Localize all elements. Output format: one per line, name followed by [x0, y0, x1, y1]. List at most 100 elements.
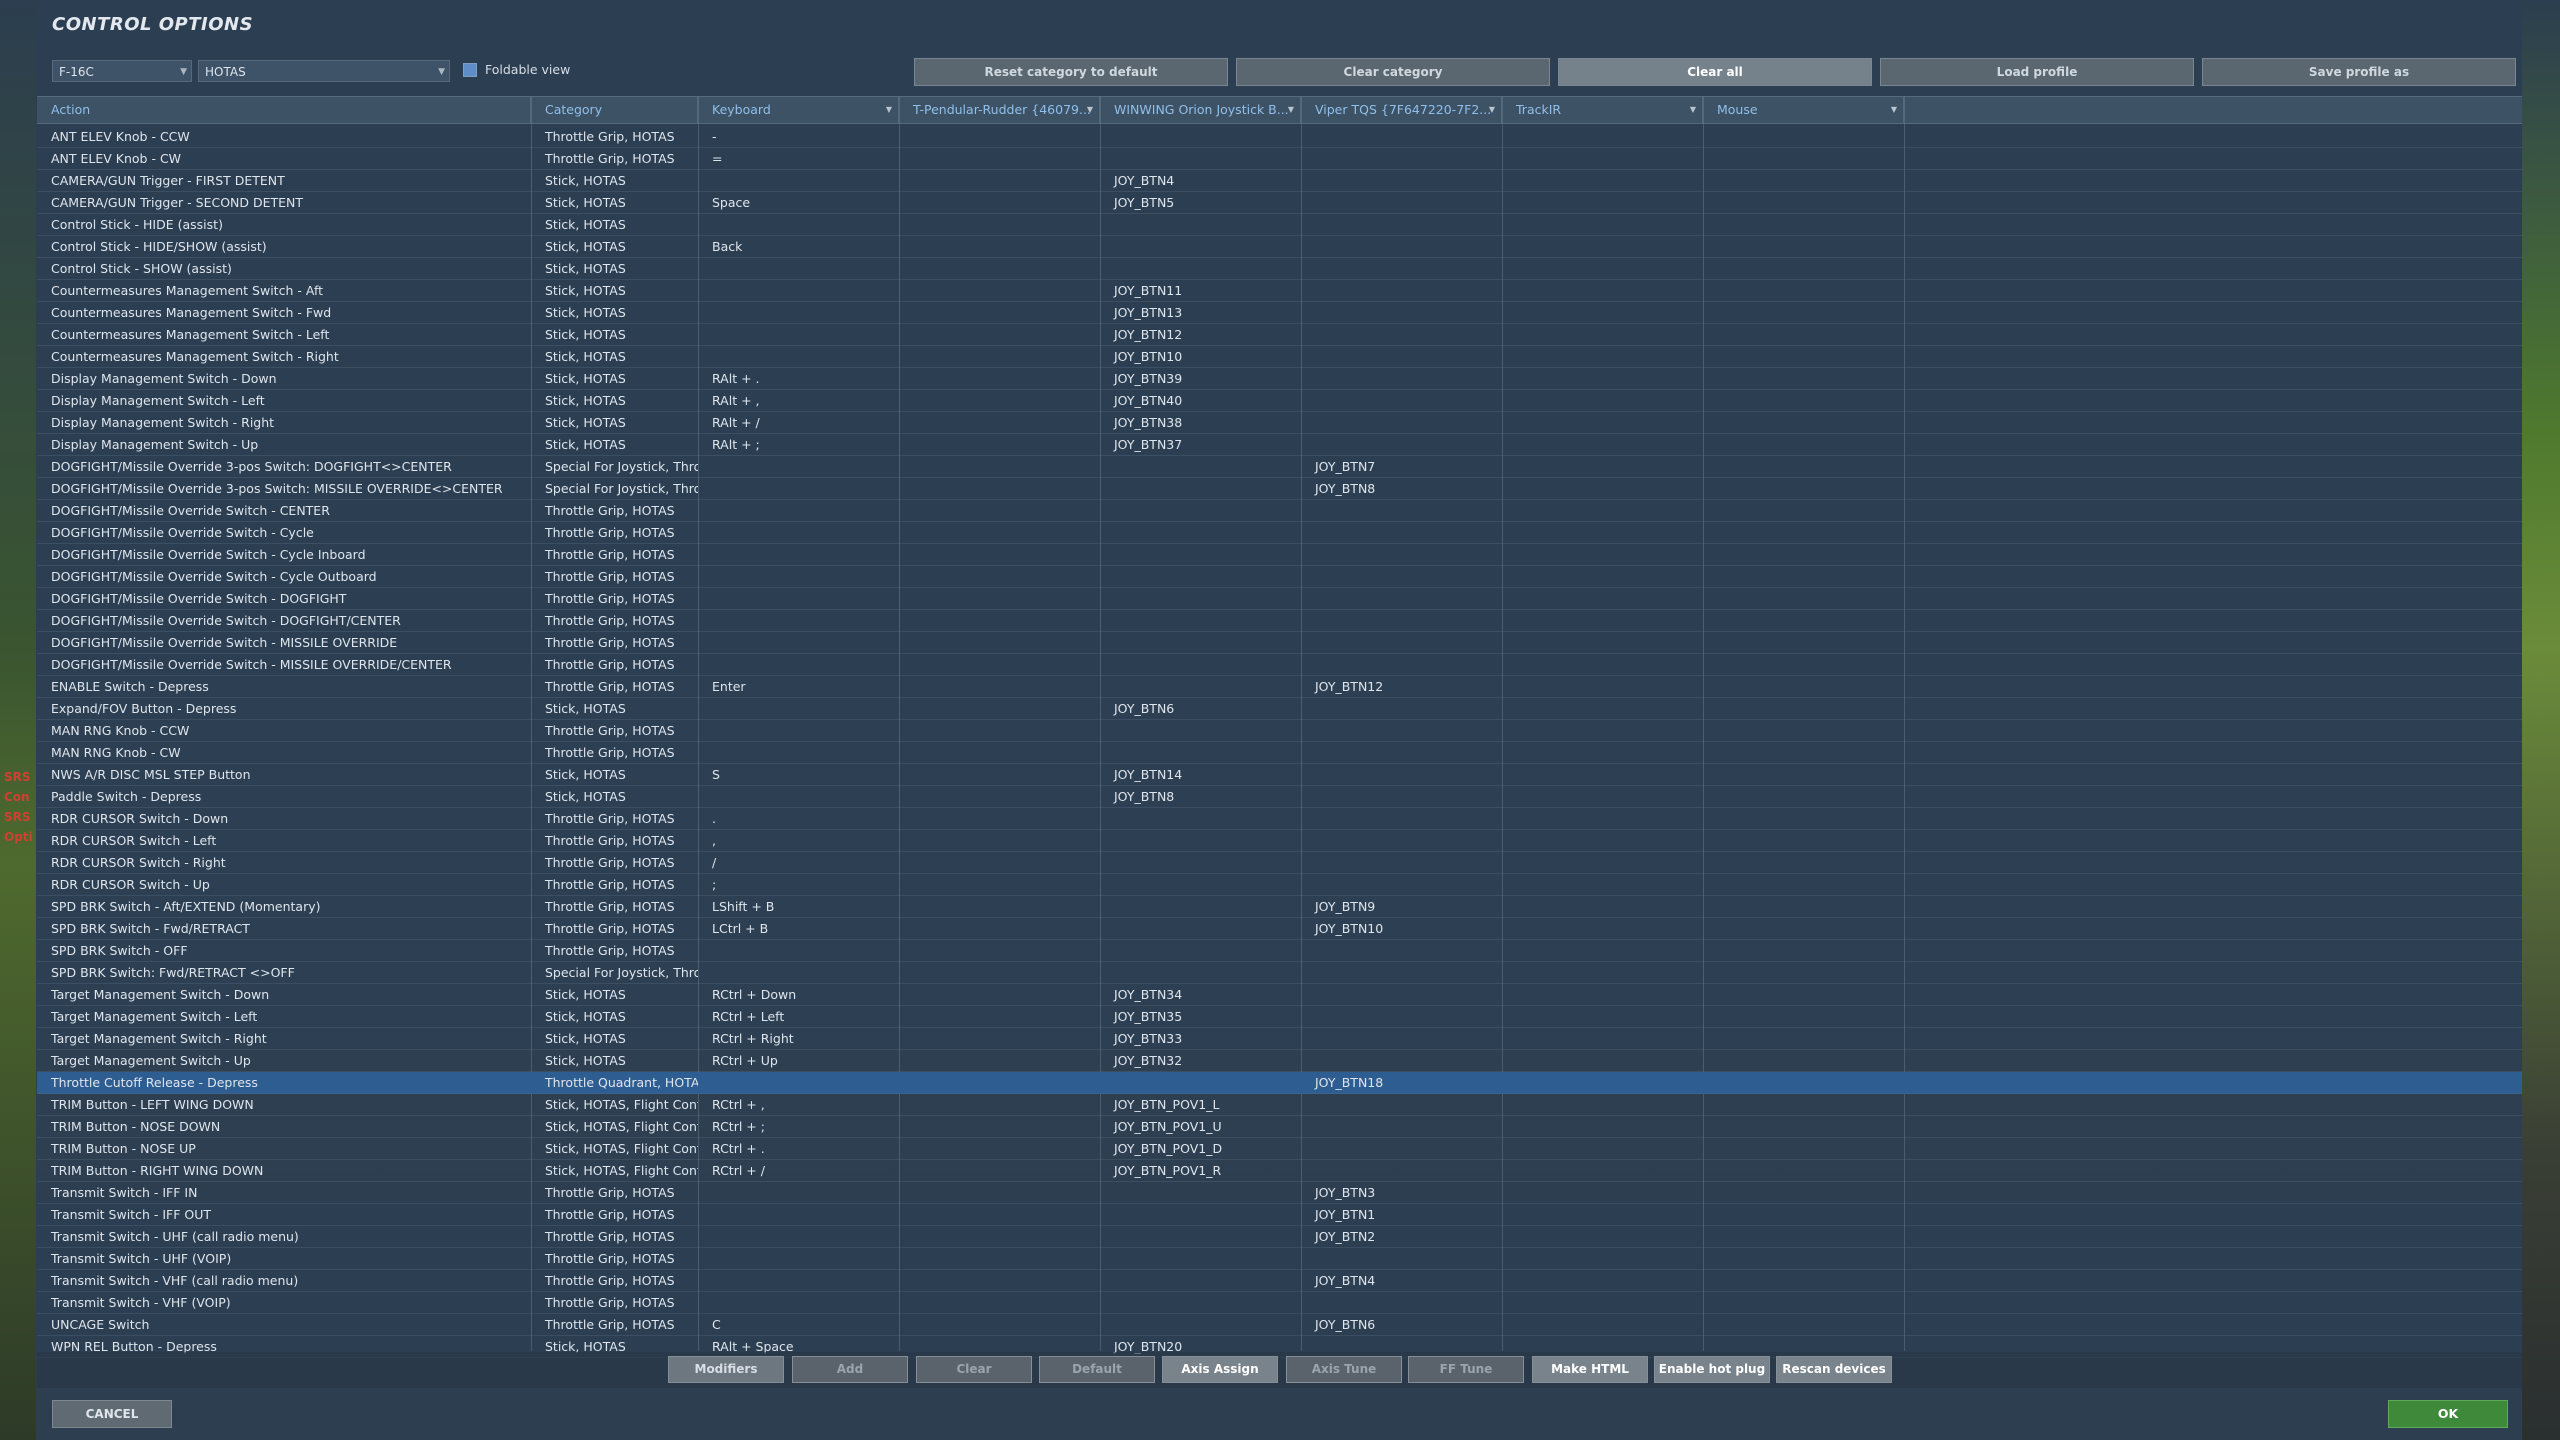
rudder-cell[interactable]	[899, 698, 1100, 719]
keyboard-cell[interactable]: RCtrl + /	[698, 1160, 899, 1181]
chevron-down-icon[interactable]: ▼	[1690, 97, 1696, 123]
joystick-cell[interactable]	[1100, 1182, 1301, 1203]
tqs-cell[interactable]	[1301, 302, 1502, 323]
clear-button[interactable]: Clear	[916, 1356, 1032, 1383]
table-row[interactable]: RDR CURSOR Switch - Right Throttle Grip, …	[37, 852, 2522, 874]
chevron-down-icon[interactable]: ▼	[1489, 97, 1495, 123]
keyboard-cell[interactable]: RCtrl + ;	[698, 1116, 899, 1137]
rudder-cell[interactable]	[899, 940, 1100, 961]
rudder-cell[interactable]	[899, 368, 1100, 389]
keyboard-cell[interactable]: RAlt + /	[698, 412, 899, 433]
table-row[interactable]: NWS A/R DISC MSL STEP Button Stick, HOTAS…	[37, 764, 2522, 786]
rudder-cell[interactable]	[899, 610, 1100, 631]
keyboard-cell[interactable]	[698, 478, 899, 499]
keyboard-cell[interactable]: .	[698, 808, 899, 829]
add-button[interactable]: Add	[792, 1356, 908, 1383]
joystick-cell[interactable]: JOY_BTN10	[1100, 346, 1301, 367]
joystick-cell[interactable]	[1100, 522, 1301, 543]
keyboard-cell[interactable]	[698, 522, 899, 543]
rudder-cell[interactable]	[899, 478, 1100, 499]
joystick-cell[interactable]: JOY_BTN34	[1100, 984, 1301, 1005]
tqs-cell[interactable]	[1301, 1006, 1502, 1027]
tqs-cell[interactable]: JOY_BTN1	[1301, 1204, 1502, 1225]
column-header-mouse[interactable]: Mouse ▼	[1703, 97, 1904, 123]
table-row[interactable]: TRIM Button - LEFT WING DOWN Stick, HOTAS…	[37, 1094, 2522, 1116]
keyboard-cell[interactable]	[698, 456, 899, 477]
rudder-cell[interactable]	[899, 720, 1100, 741]
keyboard-cell[interactable]	[698, 1292, 899, 1313]
rudder-cell[interactable]	[899, 1204, 1100, 1225]
rudder-cell[interactable]	[899, 1248, 1100, 1269]
table-row[interactable]: SPD BRK Switch - Aft/EXTEND (Momentary) T…	[37, 896, 2522, 918]
table-row[interactable]: DOGFIGHT/Missile Override Switch - Cycle…	[37, 522, 2522, 544]
tqs-cell[interactable]	[1301, 654, 1502, 675]
tqs-cell[interactable]	[1301, 588, 1502, 609]
keyboard-cell[interactable]	[698, 280, 899, 301]
keyboard-cell[interactable]	[698, 1072, 899, 1093]
rudder-cell[interactable]	[899, 1292, 1100, 1313]
joystick-cell[interactable]: JOY_BTN8	[1100, 786, 1301, 807]
table-row[interactable]: TRIM Button - NOSE DOWN Stick, HOTAS, Fli…	[37, 1116, 2522, 1138]
rudder-cell[interactable]	[899, 302, 1100, 323]
rudder-cell[interactable]	[899, 390, 1100, 411]
joystick-cell[interactable]: JOY_BTN12	[1100, 324, 1301, 345]
keyboard-cell[interactable]	[698, 258, 899, 279]
tqs-cell[interactable]	[1301, 984, 1502, 1005]
tqs-cell[interactable]	[1301, 148, 1502, 169]
keyboard-cell[interactable]: RAlt + ,	[698, 390, 899, 411]
tqs-cell[interactable]	[1301, 500, 1502, 521]
keyboard-cell[interactable]	[698, 720, 899, 741]
keyboard-cell[interactable]: Back	[698, 236, 899, 257]
keyboard-cell[interactable]	[698, 1248, 899, 1269]
tqs-cell[interactable]	[1301, 1292, 1502, 1313]
joystick-cell[interactable]: JOY_BTN32	[1100, 1050, 1301, 1071]
joystick-cell[interactable]	[1100, 940, 1301, 961]
rudder-cell[interactable]	[899, 918, 1100, 939]
keyboard-cell[interactable]: RCtrl + Left	[698, 1006, 899, 1027]
table-row[interactable]: DOGFIGHT/Missile Override Switch - MISSI…	[37, 632, 2522, 654]
table-row[interactable]: ENABLE Switch - Depress Throttle Grip, HO…	[37, 676, 2522, 698]
table-row[interactable]: SPD BRK Switch: Fwd/RETRACT <>OFF Special…	[37, 962, 2522, 984]
rudder-cell[interactable]	[899, 544, 1100, 565]
keyboard-cell[interactable]: RCtrl + .	[698, 1138, 899, 1159]
keyboard-cell[interactable]	[698, 544, 899, 565]
joystick-cell[interactable]	[1100, 632, 1301, 653]
table-row[interactable]: DOGFIGHT/Missile Override Switch - DOGFI…	[37, 610, 2522, 632]
table-row[interactable]: Control Stick - HIDE (assist) Stick, HOTA…	[37, 214, 2522, 236]
column-header-action[interactable]: Action	[37, 97, 531, 123]
table-row[interactable]: Transmit Switch - IFF IN Throttle Grip, H…	[37, 1182, 2522, 1204]
joystick-cell[interactable]	[1100, 610, 1301, 631]
rudder-cell[interactable]	[899, 742, 1100, 763]
modifiers-button[interactable]: Modifiers	[668, 1356, 784, 1383]
joystick-cell[interactable]	[1100, 500, 1301, 521]
joystick-cell[interactable]	[1100, 214, 1301, 235]
joystick-cell[interactable]: JOY_BTN13	[1100, 302, 1301, 323]
rudder-cell[interactable]	[899, 852, 1100, 873]
table-row[interactable]: Control Stick - HIDE/SHOW (assist) Stick,…	[37, 236, 2522, 258]
clear-category-button[interactable]: Clear category	[1236, 58, 1550, 86]
rudder-cell[interactable]	[899, 148, 1100, 169]
table-row[interactable]: DOGFIGHT/Missile Override 3-pos Switch: …	[37, 456, 2522, 478]
keyboard-cell[interactable]: LCtrl + B	[698, 918, 899, 939]
joystick-cell[interactable]	[1100, 566, 1301, 587]
rudder-cell[interactable]	[899, 346, 1100, 367]
rudder-cell[interactable]	[899, 1314, 1100, 1335]
keyboard-cell[interactable]	[698, 346, 899, 367]
keyboard-cell[interactable]	[698, 940, 899, 961]
rudder-cell[interactable]	[899, 1028, 1100, 1049]
joystick-cell[interactable]: JOY_BTN4	[1100, 170, 1301, 191]
tqs-cell[interactable]	[1301, 1116, 1502, 1137]
table-row[interactable]: SPD BRK Switch - OFF Throttle Grip, HOTAS	[37, 940, 2522, 962]
joystick-cell[interactable]: JOY_BTN39	[1100, 368, 1301, 389]
category-select[interactable]: HOTAS ▼	[198, 60, 450, 82]
tqs-cell[interactable]	[1301, 346, 1502, 367]
table-row[interactable]: Transmit Switch - VHF (VOIP) Throttle Gri…	[37, 1292, 2522, 1314]
rudder-cell[interactable]	[899, 764, 1100, 785]
tqs-cell[interactable]	[1301, 786, 1502, 807]
aircraft-select[interactable]: F-16C ▼	[52, 60, 192, 82]
table-row[interactable]: Paddle Switch - Depress Stick, HOTAS JOY_B…	[37, 786, 2522, 808]
tqs-cell[interactable]	[1301, 1160, 1502, 1181]
table-row[interactable]: CAMERA/GUN Trigger - FIRST DETENT Stick, …	[37, 170, 2522, 192]
table-row[interactable]: Display Management Switch - Right Stick, …	[37, 412, 2522, 434]
foldable-view-checkbox[interactable]	[463, 62, 477, 77]
